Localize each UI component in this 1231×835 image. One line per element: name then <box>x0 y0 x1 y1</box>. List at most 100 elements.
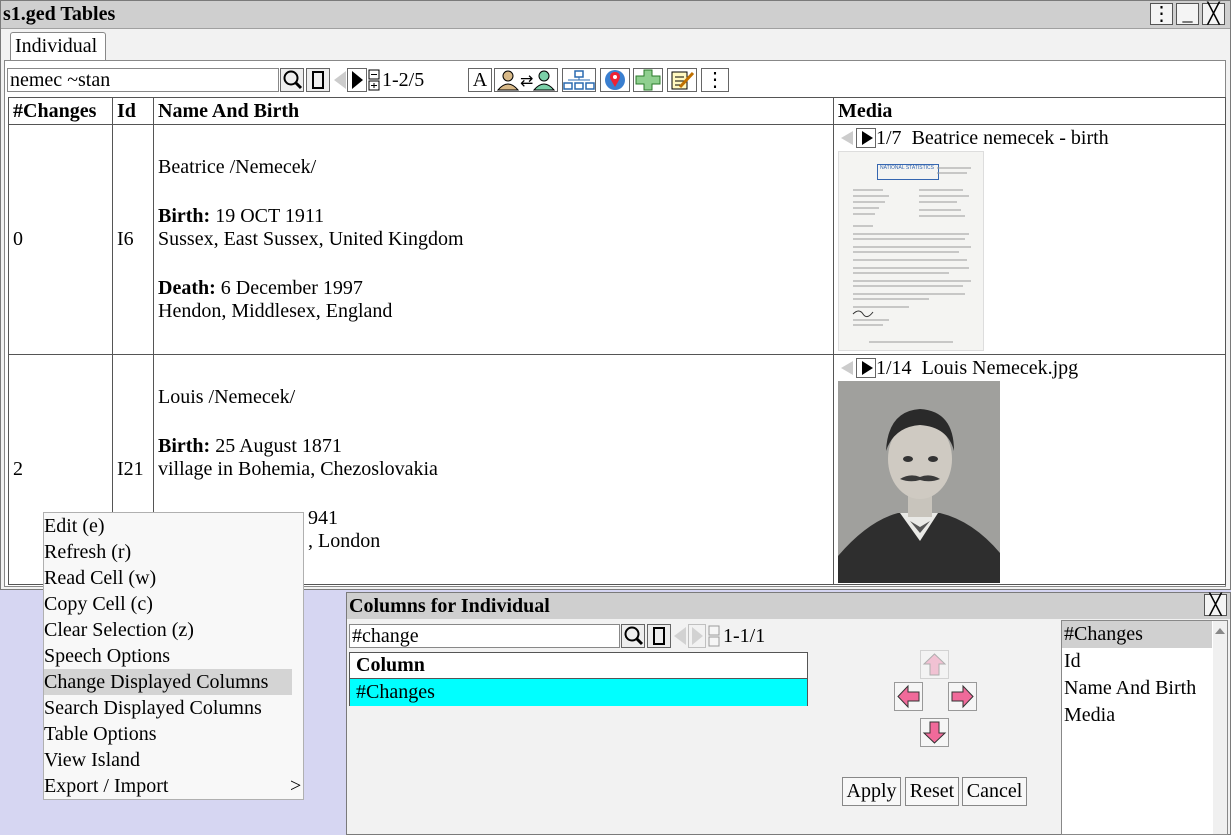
tab-individual[interactable]: Individual <box>10 32 106 61</box>
cell-media[interactable]: 1/14 Louis Nemecek.jpg <box>833 354 1226 585</box>
move-up-button[interactable] <box>920 650 949 679</box>
death-label: Death: <box>158 277 216 299</box>
cell-media[interactable]: 1/7 Beatrice nemecek - birth NATIONAL ST… <box>833 124 1226 355</box>
dialog-close-button[interactable]: ╳ <box>1204 594 1227 616</box>
scrollbar[interactable] <box>1213 621 1227 834</box>
search-icon <box>624 626 644 646</box>
document-text-lines <box>852 167 971 343</box>
menu-item[interactable]: Copy Cell (c) <box>44 591 292 617</box>
menu-item-label: Edit (e) <box>44 515 105 537</box>
map-pin-icon <box>605 70 625 90</box>
add-button[interactable] <box>633 68 663 92</box>
triangle-right-icon <box>688 624 706 648</box>
triangle-left-icon <box>674 627 686 645</box>
birth-place: Sussex, East Sussex, United Kingdom <box>158 228 464 250</box>
death-line: Death: 6 December 1997 <box>158 277 829 300</box>
media-thumbnail-document[interactable]: NATIONAL STATISTICS <box>838 151 984 351</box>
triangle-right-icon <box>352 71 363 89</box>
context-menu: Edit (e) Refresh (r) Read Cell (w) Copy Cel… <box>43 512 304 800</box>
arrow-left-icon <box>897 684 920 709</box>
cell-name-birth[interactable]: Beatrice /Nemecek/ Birth: 19 OCT 1911 Su… <box>153 124 834 355</box>
map-button[interactable] <box>600 68 630 92</box>
menu-item[interactable]: Edit (e) <box>44 513 292 539</box>
column-prev-button[interactable] <box>672 624 688 654</box>
menu-item-label: Speech Options <box>44 645 171 667</box>
plus-icon <box>635 69 661 91</box>
birth-line: Birth: 19 OCT 1911 <box>158 205 829 228</box>
header-name-birth[interactable]: Name And Birth <box>153 97 834 125</box>
media-prev-icon[interactable] <box>838 359 856 377</box>
menu-item[interactable]: Refresh (r) <box>44 539 292 565</box>
menu-item[interactable]: Search Displayed Columns <box>44 695 292 721</box>
column-search-button[interactable] <box>621 624 645 648</box>
plus-minus-icon <box>368 69 380 91</box>
reset-button[interactable]: Reset <box>905 777 959 806</box>
next-page-button[interactable] <box>347 68 367 92</box>
birth-label: Birth: <box>158 205 211 227</box>
swap-persons-button[interactable]: ⇄ <box>494 68 558 92</box>
page-stepper[interactable] <box>368 69 380 91</box>
cell-changes[interactable]: 0 <box>8 124 113 355</box>
arrow-down-icon <box>922 721 947 744</box>
all-columns-item[interactable]: Id <box>1062 648 1212 675</box>
header-id[interactable]: Id <box>112 97 154 125</box>
move-right-button[interactable] <box>948 682 977 711</box>
column-clear-button[interactable] <box>647 624 671 648</box>
clear-search-button[interactable] <box>306 68 330 92</box>
column-next-button[interactable] <box>688 624 706 654</box>
font-button[interactable]: A <box>468 68 492 92</box>
move-left-button[interactable] <box>894 682 923 711</box>
column-search-input[interactable]: #change <box>349 624 620 648</box>
menu-item[interactable]: Change Displayed Columns <box>44 669 292 695</box>
search-input[interactable]: nemec ~stan <box>7 68 279 92</box>
death-place: Hendon, Middlesex, England <box>158 300 393 322</box>
table-row[interactable]: 0 I6 Beatrice /Nemecek/ Birth: 19 OCT 19… <box>8 124 1226 355</box>
header-media[interactable]: Media <box>833 97 1226 125</box>
media-title: Louis Nemecek.jpg <box>921 357 1079 379</box>
arrow-up-icon <box>922 653 947 676</box>
media-thumbnail-photo[interactable] <box>838 381 1000 583</box>
title-bar[interactable] <box>1 1 1230 29</box>
column-range: 1-1/1 <box>723 625 766 647</box>
all-columns-item[interactable]: Name And Birth <box>1062 675 1212 702</box>
window-menu-button[interactable]: ⋮ <box>1150 3 1173 25</box>
minimize-button[interactable]: _ <box>1176 3 1199 25</box>
swap-persons-icon: ⇄ <box>496 70 556 91</box>
tree-button[interactable] <box>562 68 596 92</box>
rectangle-icon <box>312 71 324 89</box>
svg-text:⇄: ⇄ <box>520 71 533 90</box>
edit-notes-button[interactable] <box>667 68 697 92</box>
menu-item[interactable]: Speech Options <box>44 643 292 669</box>
menu-item[interactable]: Clear Selection (z) <box>44 617 292 643</box>
close-button[interactable]: ╳ <box>1202 3 1225 25</box>
scroll-up-icon[interactable] <box>1213 624 1227 638</box>
column-stepper[interactable] <box>708 625 720 653</box>
header-changes[interactable]: #Changes <box>8 97 113 125</box>
menu-item[interactable]: Read Cell (w) <box>44 565 292 591</box>
all-columns-item[interactable]: Media <box>1062 702 1212 729</box>
menu-item[interactable]: Export / Import > <box>44 773 301 799</box>
cell-id[interactable]: I6 <box>112 124 154 355</box>
birth-date: 19 OCT 1911 <box>215 205 325 227</box>
media-count: 1/14 <box>876 357 912 379</box>
dialog-title: Columns for Individual <box>349 595 550 617</box>
menu-item[interactable]: View Island <box>44 747 292 773</box>
more-options-button[interactable]: ⋮ <box>701 68 729 92</box>
column-list-item-selected[interactable]: #Changes <box>350 679 807 706</box>
search-icon <box>283 70 303 90</box>
apply-button[interactable]: Apply <box>842 777 901 806</box>
search-button[interactable] <box>280 68 304 92</box>
table-header-row: #Changes Id Name And Birth Media <box>8 97 1226 125</box>
cancel-button[interactable]: Cancel <box>962 777 1027 806</box>
all-columns-item[interactable]: #Changes <box>1062 621 1212 648</box>
window-title: s1.ged Tables <box>3 3 116 25</box>
media-nav: 1/7 Beatrice nemecek - birth <box>838 125 1221 151</box>
media-prev-icon[interactable] <box>838 129 856 147</box>
move-down-button[interactable] <box>920 718 949 747</box>
person-name: Beatrice /Nemecek/ <box>158 156 317 178</box>
menu-item[interactable]: Table Options <box>44 721 292 747</box>
menu-item-label: Table Options <box>44 723 157 745</box>
person-name: Louis /Nemecek/ <box>158 386 296 408</box>
media-next-icon[interactable] <box>856 358 876 378</box>
media-next-icon[interactable] <box>856 128 876 148</box>
